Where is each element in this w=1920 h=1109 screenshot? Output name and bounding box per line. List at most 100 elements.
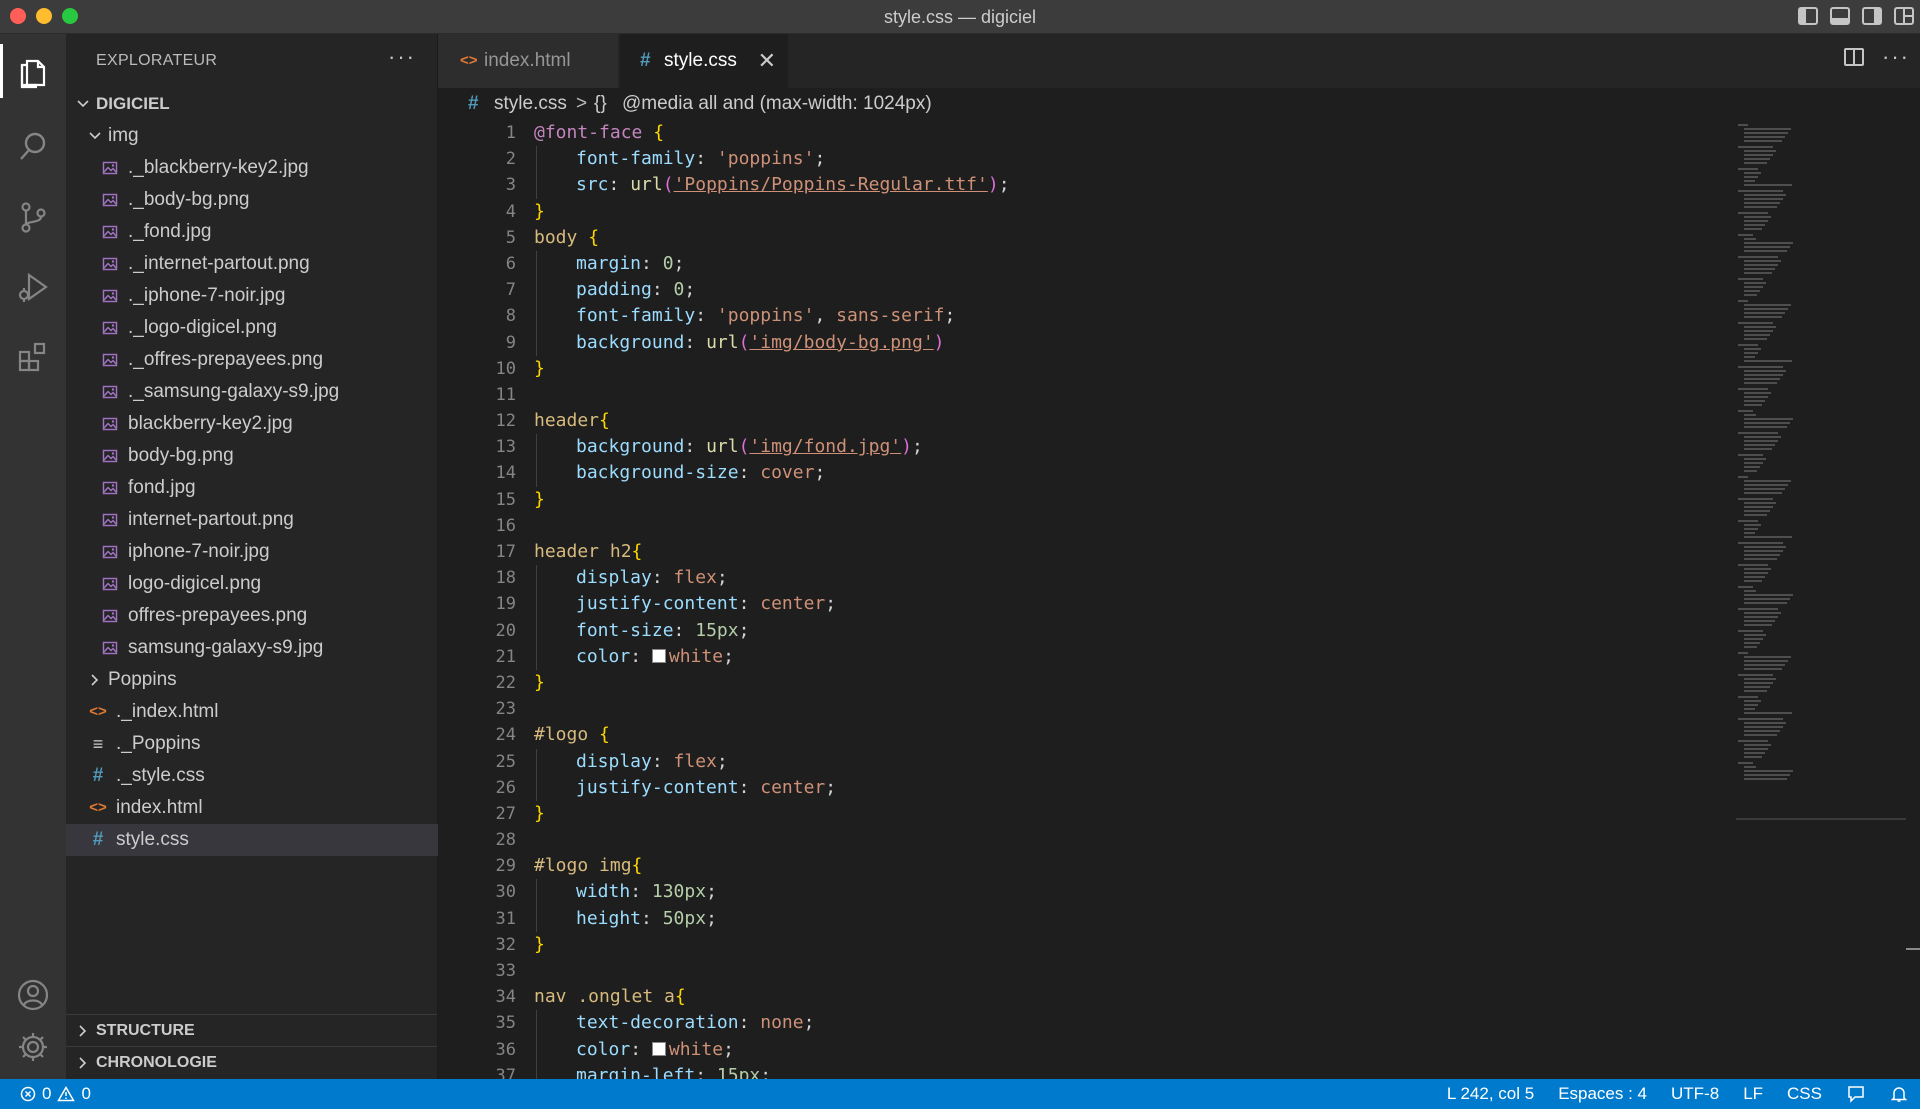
toggle-secondary-sidebar-icon[interactable] [1862, 7, 1882, 25]
code-line: color: white; [534, 1036, 1734, 1063]
breadcrumb-symbol[interactable]: @media all and (max-width: 1024px) [622, 88, 932, 120]
file-item[interactable]: ._blackberry-key2.jpg [66, 152, 438, 184]
html-icon: <> [460, 52, 478, 69]
source-control-icon[interactable] [0, 184, 66, 250]
cursor-position[interactable]: L 242, col 5 [1447, 1079, 1534, 1109]
explorer-more-actions-icon[interactable]: ··· [388, 44, 416, 70]
search-icon[interactable] [0, 114, 66, 180]
minimap-line [1744, 506, 1773, 508]
minimap-line [1744, 462, 1763, 464]
line-number: 9 [505, 332, 516, 353]
bell-icon[interactable] [1890, 1085, 1908, 1103]
error-count: 0 [42, 1084, 52, 1103]
folder-poppins[interactable]: Poppins [66, 664, 438, 696]
image-file-icon [100, 568, 120, 600]
minimap-line [1744, 594, 1793, 596]
customize-layout-icon[interactable] [1894, 7, 1914, 25]
file-item[interactable]: ≡ ._Poppins [66, 728, 438, 760]
file-item[interactable]: body-bg.png [66, 440, 438, 472]
image-file-icon [100, 376, 120, 408]
minimap-line [1744, 282, 1766, 284]
minimap-line [1738, 542, 1783, 544]
explorer-icon[interactable] [0, 38, 66, 104]
section-chronologie[interactable]: CHRONOLOGIE [66, 1046, 437, 1078]
file-item[interactable]: offres-prepayees.png [66, 600, 438, 632]
chevron-right-icon [76, 1015, 92, 1047]
section-structure[interactable]: STRUCTURE [66, 1014, 437, 1046]
file-item[interactable]: ._body-bg.png [66, 184, 438, 216]
toggle-primary-sidebar-icon[interactable] [1798, 7, 1818, 25]
file-item[interactable]: samsung-galaxy-s9.jpg [66, 632, 438, 664]
indentation-setting[interactable]: Espaces : 4 [1558, 1079, 1647, 1109]
minimap-line [1744, 136, 1785, 138]
folder-img[interactable]: img [66, 120, 438, 152]
image-file-icon [100, 472, 120, 504]
file-item[interactable]: ._iphone-7-noir.jpg [66, 280, 438, 312]
minimap-line [1744, 766, 1756, 768]
line-number: 22 [495, 672, 516, 693]
image-file-icon [100, 216, 120, 248]
minimap[interactable] [1736, 120, 1906, 820]
file-item[interactable]: # ._style.css [66, 760, 438, 792]
status-bar: 0 0 L 242, col 5 Espaces : 4 UTF-8 LF CS… [0, 1079, 1920, 1109]
breadcrumb-file[interactable]: style.css [494, 88, 567, 120]
toggle-panel-icon[interactable] [1830, 7, 1850, 25]
minimap-line [1738, 388, 1768, 390]
minimap-line [1744, 290, 1760, 292]
image-file-icon [100, 536, 120, 568]
split-editor-icon[interactable] [1844, 48, 1865, 66]
file-item[interactable]: <> ._index.html [66, 696, 438, 728]
encoding-setting[interactable]: UTF-8 [1671, 1079, 1719, 1109]
minimap-line [1738, 564, 1768, 566]
minimap-line [1744, 312, 1785, 314]
file-item[interactable]: ._offres-prepayees.png [66, 344, 438, 376]
file-item[interactable]: iphone-7-noir.jpg [66, 536, 438, 568]
scrollbar-position-marker[interactable] [1906, 948, 1920, 950]
minimap-line [1744, 546, 1786, 548]
file-item[interactable]: ._logo-digicel.png [66, 312, 438, 344]
folder-digiciel[interactable]: DIGICIEL [66, 88, 438, 120]
image-file-icon [100, 152, 120, 184]
tab-index-html[interactable]: <> index.html [438, 34, 618, 88]
file-item[interactable]: logo-digicel.png [66, 568, 438, 600]
problems-indicator[interactable]: 0 0 [20, 1079, 91, 1109]
line-number: 10 [495, 358, 516, 379]
minimap-line [1744, 382, 1777, 384]
file-item[interactable]: internet-partout.png [66, 504, 438, 536]
minimap-line [1744, 202, 1780, 204]
minimap-line [1738, 146, 1773, 148]
minimap-line [1744, 440, 1778, 442]
code-editor[interactable]: 1 2 3 4 5 6 7 8 9 10 11 12 13 14 15 16 17 18 19 20 21 22 23 24 2… [438, 120, 1738, 1079]
minimap-line [1744, 194, 1786, 196]
file-item[interactable]: blackberry-key2.jpg [66, 408, 438, 440]
minimap-line [1744, 352, 1758, 354]
feedback-icon[interactable] [1846, 1085, 1866, 1103]
explorer-title: EXPLORATEUR [96, 52, 218, 69]
file-item[interactable]: ._internet-partout.png [66, 248, 438, 280]
file-item[interactable]: ._fond.jpg [66, 216, 438, 248]
minimap-line [1738, 674, 1773, 676]
file-item[interactable]: <> index.html [66, 792, 438, 824]
image-file-icon [100, 344, 120, 376]
eol-setting[interactable]: LF [1743, 1079, 1763, 1109]
close-tab-icon[interactable]: ✕ [758, 34, 776, 88]
minimap-line [1738, 432, 1778, 434]
color-swatch-icon[interactable] [651, 1041, 666, 1056]
line-number: 18 [495, 568, 516, 589]
minimap-line [1744, 436, 1781, 438]
color-swatch-icon[interactable] [651, 648, 666, 663]
file-item[interactable]: fond.jpg [66, 472, 438, 504]
tab-style-css[interactable]: # style.css ✕ [620, 34, 788, 88]
extensions-icon[interactable] [0, 324, 66, 390]
code-content[interactable]: @font-face { font-family: 'poppins'; src… [534, 120, 1734, 1079]
settings-gear-icon[interactable] [0, 1014, 66, 1080]
file-item[interactable]: ._samsung-galaxy-s9.jpg [66, 376, 438, 408]
minimap-line [1738, 344, 1758, 346]
file-item[interactable]: # style.css [66, 824, 438, 856]
more-actions-icon[interactable]: ··· [1882, 46, 1910, 68]
minimap-line [1738, 630, 1763, 632]
language-mode[interactable]: CSS [1787, 1079, 1822, 1109]
line-number: 33 [495, 961, 516, 981]
minimap-line [1744, 668, 1782, 670]
run-debug-icon[interactable] [0, 254, 66, 320]
